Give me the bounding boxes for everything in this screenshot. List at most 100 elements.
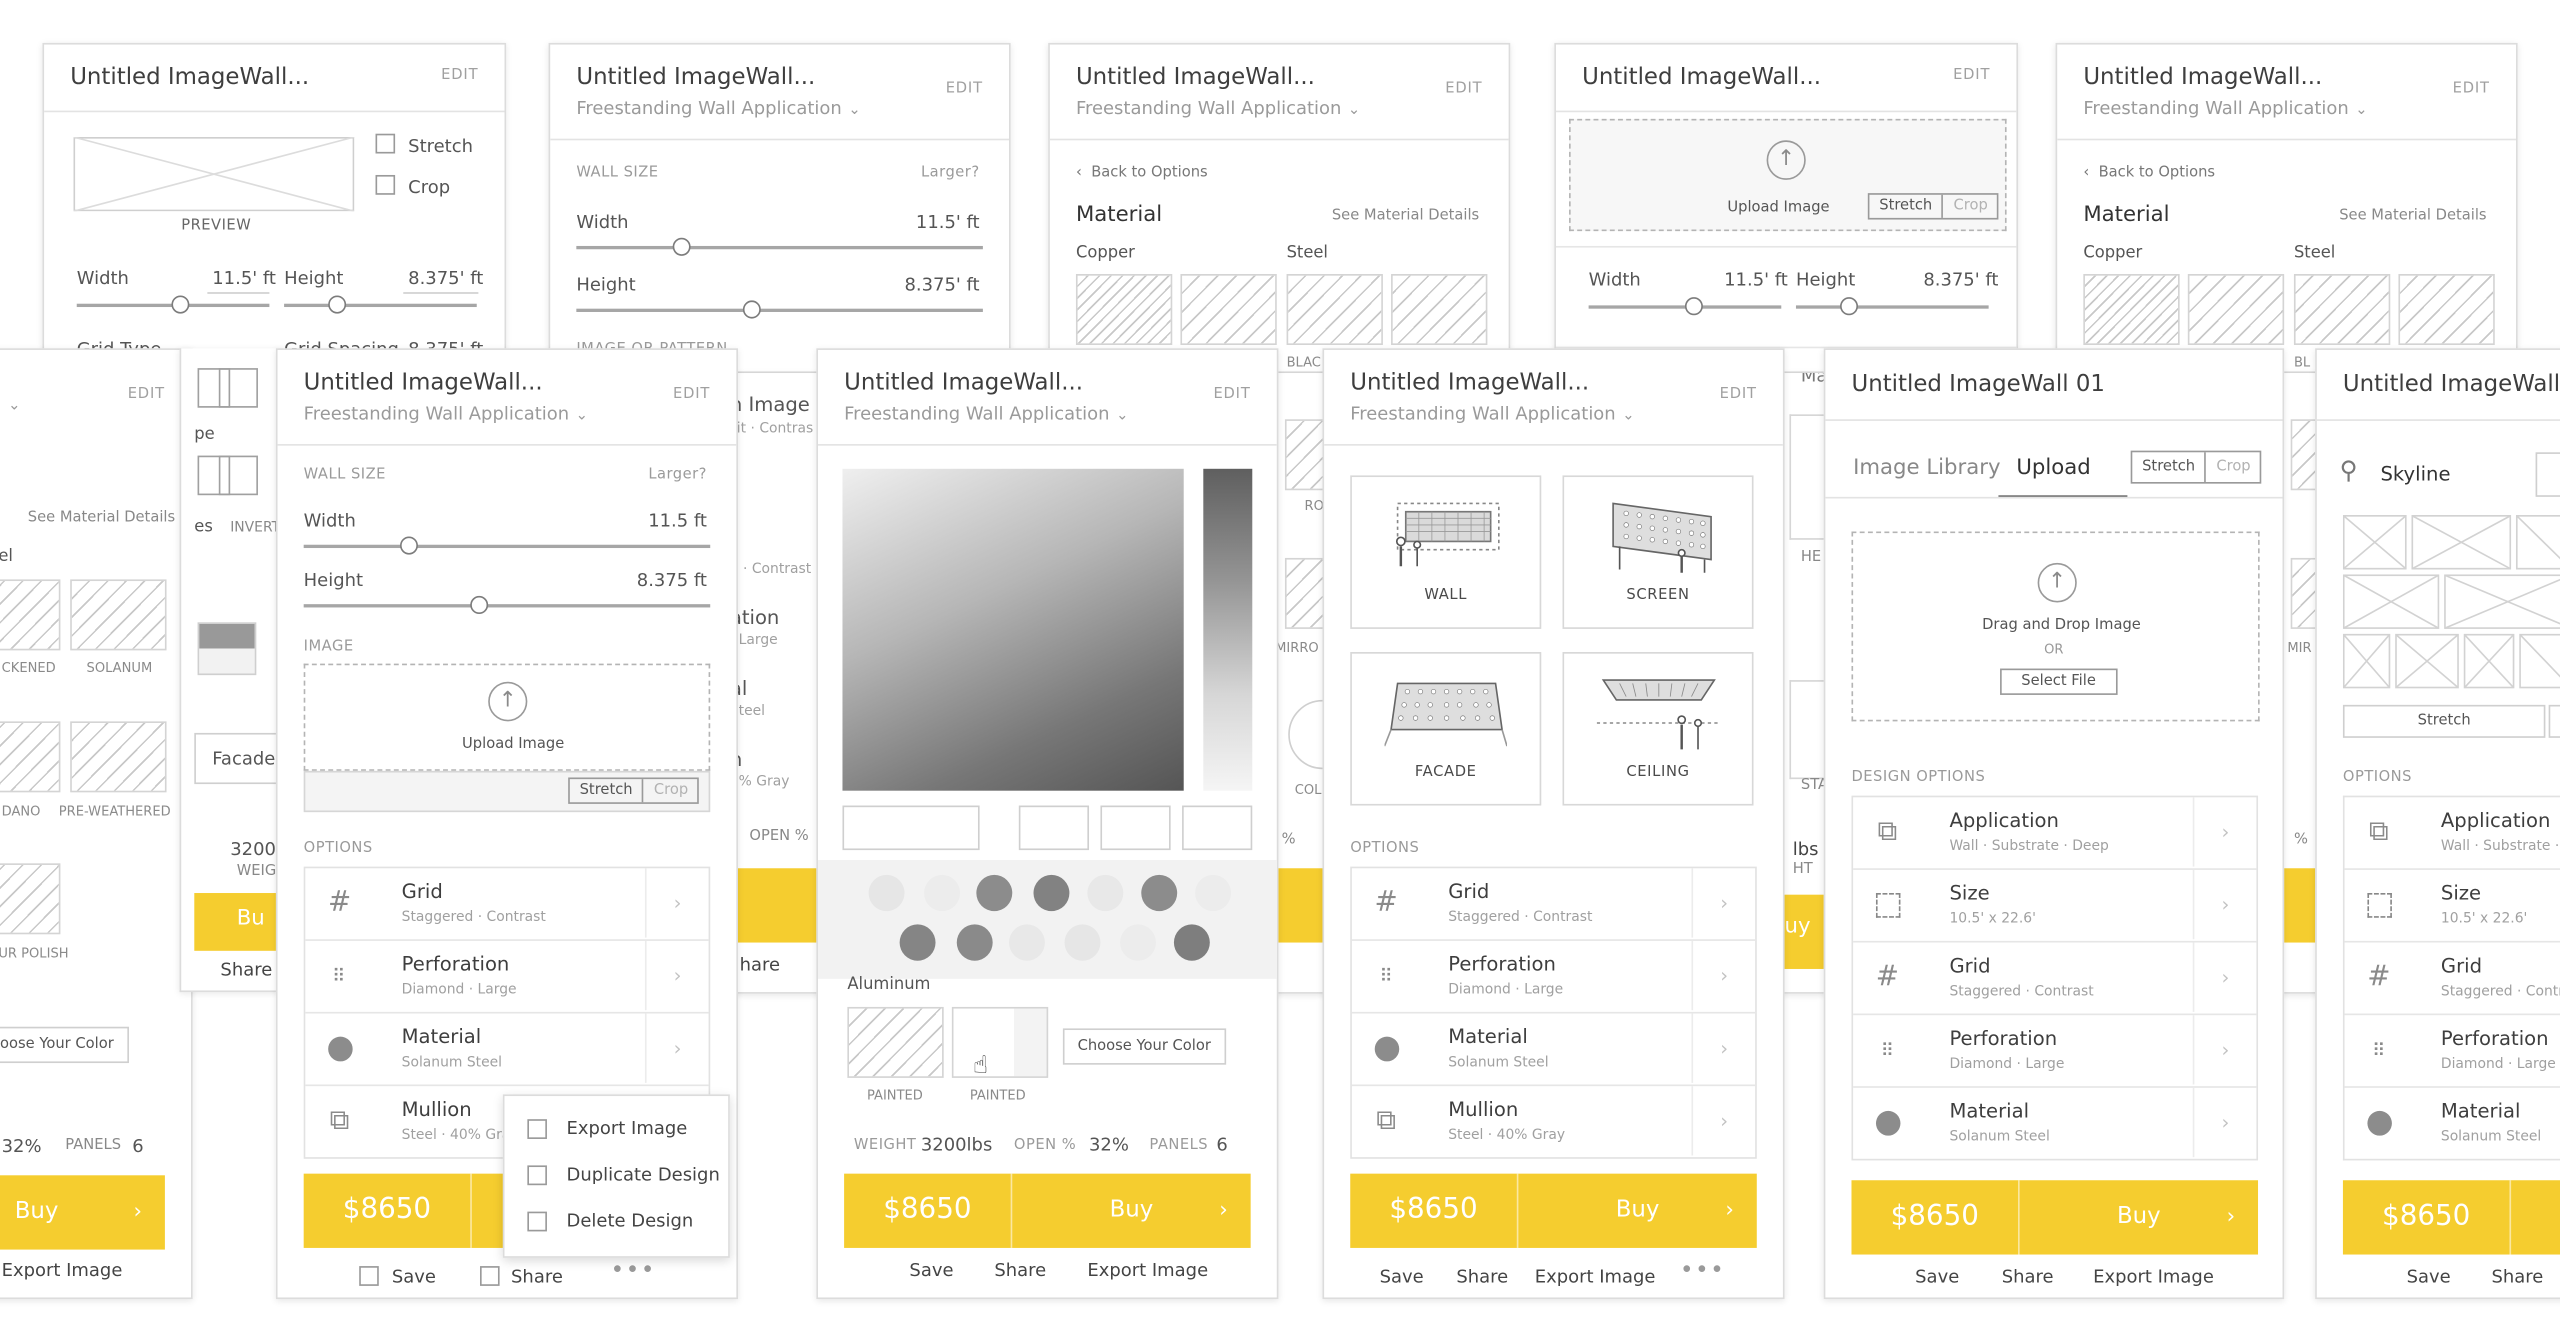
share-link[interactable]: Share xyxy=(2492,1266,2544,1287)
height-slider-handle[interactable] xyxy=(742,300,761,319)
width-slider[interactable] xyxy=(303,544,711,549)
back-to-options-link[interactable]: ‹ Back to Options xyxy=(1076,165,1208,182)
color-preset[interactable] xyxy=(1141,874,1178,912)
application-dropdown[interactable]: Freestanding Wall Application ⌄ xyxy=(2083,97,2367,118)
edit-link[interactable]: EDIT xyxy=(1213,386,1250,403)
application-dropdown[interactable]: Freestanding Wall Application ⌄ xyxy=(576,97,860,118)
application-tile-screen[interactable]: SCREEN xyxy=(1562,475,1754,629)
application-tile-facade[interactable]: FACADE xyxy=(1350,652,1542,806)
share-link[interactable]: Share xyxy=(994,1259,1046,1280)
save-link[interactable]: Save xyxy=(909,1259,953,1280)
material-swatch[interactable] xyxy=(0,579,61,651)
color-preset[interactable] xyxy=(1009,924,1045,961)
buy-button[interactable]: $8650 Buy › xyxy=(844,1173,1251,1248)
buy-button[interactable]: $8650 Buy › xyxy=(1851,1180,2259,1255)
width-value[interactable]: 11.5 ft xyxy=(648,510,707,531)
option-material[interactable]: Material Solanum Steel › xyxy=(1351,1013,1756,1087)
height-slider[interactable] xyxy=(303,604,711,608)
color-preset[interactable] xyxy=(1033,874,1070,912)
width-slider-handle[interactable] xyxy=(1684,297,1703,316)
crop-option[interactable]: Crop xyxy=(642,779,698,803)
option-perforation[interactable]: ⠿ Perforation Diamond · Large xyxy=(2344,1015,2560,1088)
material-swatch[interactable] xyxy=(847,1006,944,1078)
tab-image-library[interactable]: Image Library xyxy=(1853,456,2000,481)
save-link[interactable]: Save xyxy=(1915,1266,1959,1287)
export-image-link[interactable]: Export Image xyxy=(1087,1259,1208,1280)
stretch-crop-toggle[interactable]: Stretch Crop xyxy=(568,777,700,804)
option-material[interactable]: Material Solanum Steel › xyxy=(1853,1087,2256,1159)
duplicate-design-checkbox[interactable] xyxy=(527,1165,547,1186)
width-value[interactable]: 11.5' ft xyxy=(212,267,276,288)
material-swatch[interactable] xyxy=(0,721,61,793)
color-r-input[interactable] xyxy=(1018,805,1090,851)
height-value[interactable]: 8.375' ft xyxy=(408,267,483,288)
larger-link[interactable]: Larger? xyxy=(921,165,980,182)
height-slider[interactable] xyxy=(1795,305,1989,309)
choose-color-button[interactable]: oose Your Color xyxy=(0,1026,129,1064)
menu-item-delete-design[interactable]: Delete Design xyxy=(567,1210,694,1231)
material-swatch[interactable] xyxy=(1075,274,1173,345)
select-file-button[interactable]: Select File xyxy=(2000,668,2118,695)
delete-design-checkbox[interactable] xyxy=(527,1211,547,1232)
width-slider-handle[interactable] xyxy=(400,536,418,555)
search-button[interactable] xyxy=(2535,452,2560,497)
option-grid[interactable]: # Grid Staggered · Contrast › xyxy=(1351,868,1756,941)
option-application[interactable]: ⧉ Application Wall · Substrate · Deep › xyxy=(1853,797,2257,870)
stretch-option[interactable]: Stretch xyxy=(570,779,643,802)
application-dropdown[interactable]: Freestanding Wall Application ⌄ xyxy=(1350,403,1634,424)
choose-color-button[interactable]: Choose Your Color xyxy=(1062,1028,1226,1065)
more-icon[interactable]: ••• xyxy=(611,1258,656,1284)
width-slider[interactable] xyxy=(576,245,983,250)
crop-button[interactable] xyxy=(2548,704,2560,738)
option-perforation[interactable]: ⠿ Perforation Diamond · Large › xyxy=(1351,940,1756,1014)
save-link[interactable]: Save xyxy=(2407,1266,2451,1287)
buy-button[interactable]: $8650 Buy › xyxy=(1350,1173,1757,1248)
menu-item-export-image[interactable]: Export Image xyxy=(567,1118,688,1139)
color-g-input[interactable] xyxy=(1100,805,1171,851)
application-dropdown[interactable]: Freestanding Wall Application ⌄ xyxy=(844,403,1128,424)
application-tile-ceiling[interactable]: CEILING xyxy=(1562,652,1754,806)
crop-option[interactable]: Crop xyxy=(1942,194,1998,218)
export-image-checkbox[interactable] xyxy=(527,1119,547,1139)
save-link[interactable]: Save xyxy=(392,1266,436,1287)
save-checkbox[interactable] xyxy=(359,1266,379,1286)
color-preset[interactable] xyxy=(1064,924,1101,961)
height-value[interactable]: 8.375 ft xyxy=(637,569,707,590)
crop-checkbox[interactable] xyxy=(375,174,396,195)
share-link[interactable]: Share xyxy=(2002,1266,2054,1287)
material-swatch[interactable] xyxy=(1180,274,1277,345)
stretch-option[interactable]: Stretch xyxy=(1869,195,1942,218)
crop-option[interactable]: Crop xyxy=(2204,452,2261,483)
height-value[interactable]: 8.375' ft xyxy=(904,274,979,295)
height-slider-handle[interactable] xyxy=(1840,297,1859,316)
stretch-crop-toggle[interactable]: Stretch Crop xyxy=(2130,450,2263,484)
height-slider-handle[interactable] xyxy=(328,295,347,314)
color-preset[interactable] xyxy=(899,924,936,961)
color-preset[interactable] xyxy=(1120,924,1156,961)
edit-link[interactable]: EDIT xyxy=(946,81,983,98)
application-dropdown[interactable]: Freestanding Wall Application ⌄ xyxy=(1076,97,1360,118)
option-material[interactable]: Material Solanum Steel › xyxy=(305,1013,709,1087)
see-material-details-link[interactable]: See Material Details xyxy=(1332,208,1479,225)
edit-link[interactable]: EDIT xyxy=(673,386,710,403)
color-preset[interactable] xyxy=(1173,924,1210,961)
see-material-details-link[interactable]: See Material Details xyxy=(2339,208,2486,225)
material-swatch[interactable] xyxy=(1286,274,1383,345)
save-link[interactable]: Save xyxy=(1380,1266,1424,1287)
edit-link[interactable]: EDIT xyxy=(1953,68,1990,85)
material-swatch[interactable] xyxy=(2187,274,2285,345)
material-swatch[interactable] xyxy=(70,721,167,793)
color-preset[interactable] xyxy=(956,924,993,961)
see-material-details-link[interactable]: See Material Details xyxy=(28,510,175,527)
material-swatch[interactable] xyxy=(70,579,167,651)
color-gradient-field[interactable] xyxy=(842,468,1184,791)
material-swatch[interactable] xyxy=(2398,274,2495,345)
edit-link[interactable]: EDIT xyxy=(2453,81,2490,98)
larger-link[interactable]: Larger? xyxy=(648,467,707,484)
color-preset[interactable] xyxy=(1087,874,1124,912)
more-icon[interactable]: ••• xyxy=(1680,1258,1725,1284)
stretch-button[interactable]: Stretch xyxy=(2342,704,2546,738)
edit-link[interactable]: EDIT xyxy=(1445,81,1482,98)
brightness-slider[interactable] xyxy=(1203,468,1253,791)
share-link[interactable]: Share xyxy=(1456,1266,1508,1287)
